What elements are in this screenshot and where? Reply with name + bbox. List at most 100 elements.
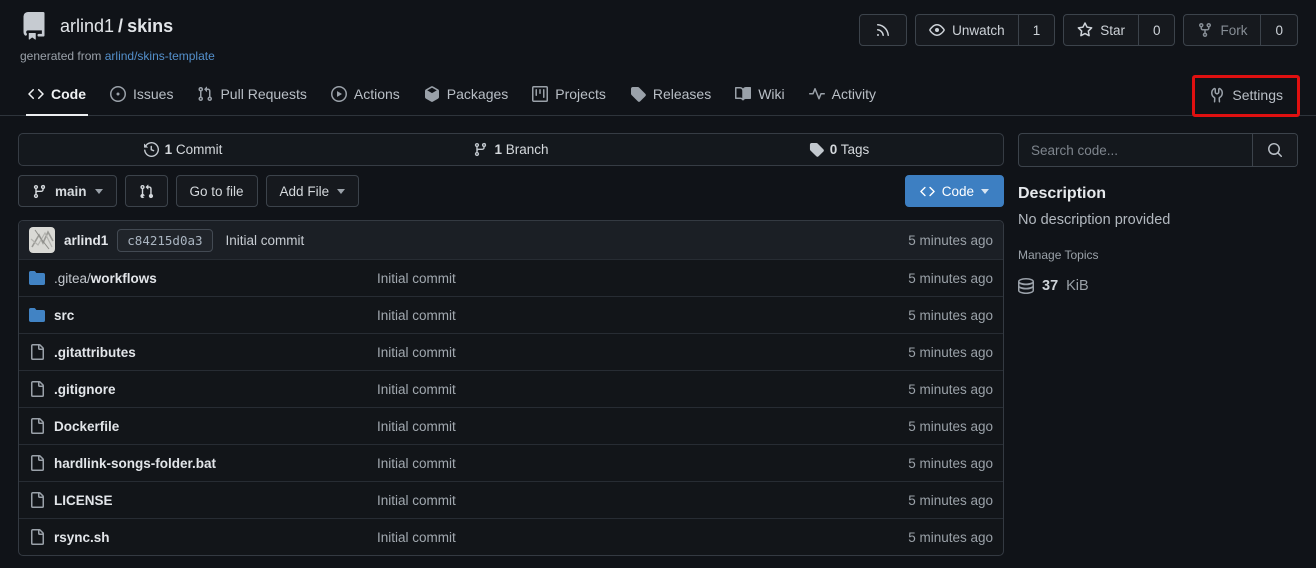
file-table: arlind1 c84215d0a3 Initial commit 5 minu… [18, 220, 1004, 556]
file-link[interactable]: .gitea/workflows [29, 270, 377, 286]
folder-icon [29, 270, 45, 286]
tab-pull-requests[interactable]: Pull Requests [185, 75, 318, 115]
rss-button[interactable] [859, 14, 907, 46]
unwatch-button[interactable]: Unwatch [916, 15, 1018, 45]
template-repo-link[interactable]: arlind/skins-template [105, 49, 215, 63]
commit-message[interactable]: Initial commit [226, 233, 305, 248]
commit-author[interactable]: arlind1 [64, 233, 108, 248]
tab-packages[interactable]: Packages [412, 75, 520, 115]
repo-template-icon [20, 12, 48, 40]
git-branch-icon [32, 184, 47, 199]
repo-sidebar: Description No description provided Mana… [1018, 133, 1298, 294]
tab-releases[interactable]: Releases [618, 75, 723, 115]
search-button[interactable] [1252, 134, 1297, 166]
add-file-button[interactable]: Add File [266, 175, 360, 207]
fork-icon [1197, 22, 1213, 38]
repo-size: 37 KiB [1018, 278, 1298, 294]
tab-settings[interactable]: Settings [1199, 79, 1293, 113]
history-icon [144, 142, 159, 157]
fork-label: Fork [1220, 23, 1247, 38]
file-commit-time: 5 minutes ago [863, 271, 993, 286]
pulse-icon [809, 86, 825, 102]
table-row: rsync.sh Initial commit 5 minutes ago [19, 518, 1003, 555]
search-input[interactable] [1019, 134, 1252, 166]
repo-action-buttons: Unwatch 1 Star 0 Fork 0 [859, 14, 1298, 46]
tab-actions[interactable]: Actions [319, 75, 412, 115]
avatar[interactable] [29, 227, 55, 253]
file-commit-message[interactable]: Initial commit [377, 382, 863, 397]
stars-count[interactable]: 0 [1138, 15, 1175, 45]
generated-from-note: generated from arlind/skins-template [20, 49, 215, 63]
file-commit-message[interactable]: Initial commit [377, 345, 863, 360]
repo-size-unit: KiB [1066, 278, 1089, 294]
file-commit-message[interactable]: Initial commit [377, 493, 863, 508]
file-link[interactable]: LICENSE [29, 492, 377, 508]
repo-name-link[interactable]: skins [127, 16, 173, 36]
folder-icon [29, 307, 45, 323]
file-commit-message[interactable]: Initial commit [377, 530, 863, 545]
file-link[interactable]: .gitignore [29, 381, 377, 397]
forks-count[interactable]: 0 [1260, 15, 1297, 45]
commit-time: 5 minutes ago [908, 233, 993, 248]
file-link[interactable]: .gitattributes [29, 344, 377, 360]
table-row: hardlink-songs-folder.bat Initial commit… [19, 444, 1003, 481]
file-link[interactable]: src [29, 307, 377, 323]
tab-projects[interactable]: Projects [520, 75, 618, 115]
tools-icon [1209, 87, 1225, 103]
compare-button[interactable] [125, 175, 168, 207]
file-icon [29, 381, 45, 397]
watchers-count[interactable]: 1 [1018, 15, 1055, 45]
chevron-down-icon [95, 189, 103, 194]
project-board-icon [532, 86, 548, 102]
code-icon [920, 184, 935, 199]
tab-wiki[interactable]: Wiki [723, 75, 796, 115]
branches-stat[interactable]: 1 Branch [347, 134, 675, 165]
file-commit-message[interactable]: Initial commit [377, 456, 863, 471]
file-link[interactable]: Dockerfile [29, 418, 377, 434]
commit-hash[interactable]: c84215d0a3 [117, 229, 212, 252]
chevron-down-icon [337, 189, 345, 194]
file-commit-time: 5 minutes ago [863, 530, 993, 545]
table-row: src Initial commit 5 minutes ago [19, 296, 1003, 333]
rss-icon [875, 22, 891, 38]
star-button-group: Star 0 [1063, 14, 1175, 46]
description-text: No description provided [1018, 212, 1298, 228]
database-icon [1018, 278, 1034, 294]
play-circle-icon [331, 86, 347, 102]
star-button[interactable]: Star [1064, 15, 1138, 45]
repo-stats-bar: 1 Commit 1 Branch 0 Tags [18, 133, 1004, 166]
file-commit-message[interactable]: Initial commit [377, 271, 863, 286]
file-commit-message[interactable]: Initial commit [377, 308, 863, 323]
go-to-file-button[interactable]: Go to file [176, 175, 258, 207]
tab-issues[interactable]: Issues [98, 75, 185, 115]
branch-selector[interactable]: main [18, 175, 117, 207]
git-compare-icon [139, 184, 154, 199]
code-toolbar: main Go to file Add File Code [18, 175, 1004, 207]
repo-owner-link[interactable]: arlind1 [60, 16, 114, 36]
fork-button[interactable]: Fork [1184, 15, 1260, 45]
fork-button-group: Fork 0 [1183, 14, 1298, 46]
table-row: .gitignore Initial commit 5 minutes ago [19, 370, 1003, 407]
table-row: Dockerfile Initial commit 5 minutes ago [19, 407, 1003, 444]
repo-header: arlind1/skins generated from arlind/skin… [0, 0, 1316, 63]
file-link[interactable]: hardlink-songs-folder.bat [29, 455, 377, 471]
code-download-button[interactable]: Code [905, 175, 1004, 207]
file-icon [29, 344, 45, 360]
file-commit-message[interactable]: Initial commit [377, 419, 863, 434]
star-label: Star [1100, 23, 1125, 38]
tab-code[interactable]: Code [16, 75, 98, 115]
book-icon [735, 86, 751, 102]
table-row: LICENSE Initial commit 5 minutes ago [19, 481, 1003, 518]
manage-topics-link[interactable]: Manage Topics [1018, 248, 1298, 262]
star-icon [1077, 22, 1093, 38]
table-row: .gitattributes Initial commit 5 minutes … [19, 333, 1003, 370]
tag-icon [809, 142, 824, 157]
commits-stat[interactable]: 1 Commit [19, 134, 347, 165]
settings-highlight-annotation: Settings [1192, 75, 1300, 117]
tab-activity[interactable]: Activity [797, 75, 888, 115]
chevron-down-icon [981, 189, 989, 194]
tags-stat[interactable]: 0 Tags [675, 134, 1003, 165]
table-row: .gitea/workflows Initial commit 5 minute… [19, 259, 1003, 296]
file-link[interactable]: rsync.sh [29, 529, 377, 545]
watch-button-group: Unwatch 1 [915, 14, 1055, 46]
